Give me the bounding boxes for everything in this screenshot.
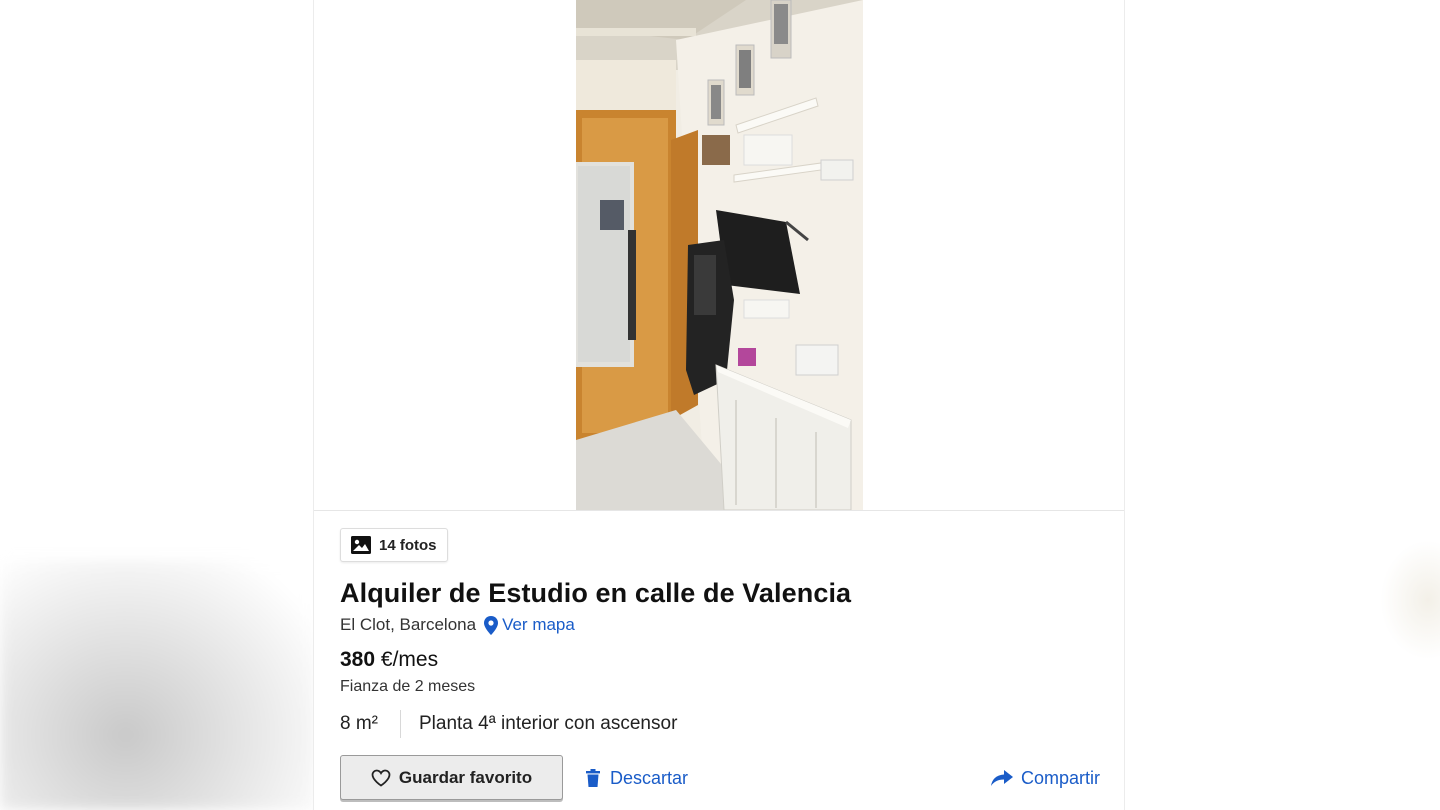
save-favorite-button[interactable]: Guardar favorito	[340, 755, 563, 800]
blurred-background-right	[1380, 540, 1440, 660]
features-row: 8 m² Planta 4ª interior con ascensor	[340, 710, 677, 738]
deposit-info: Fianza de 2 meses	[340, 678, 476, 695]
area-feature: 8 m²	[340, 713, 378, 734]
discard-label: Descartar	[610, 767, 689, 788]
image-icon	[351, 536, 371, 554]
map-pin-icon	[484, 615, 499, 635]
location-row: El Clot, Barcelona Ver mapa	[340, 615, 575, 635]
discard-button[interactable]: Descartar	[586, 764, 688, 792]
listing-photo-illustration	[576, 0, 863, 510]
price: 380 €/mes	[340, 648, 438, 672]
photos-count-badge[interactable]: 14 fotos	[340, 528, 448, 562]
share-label: Compartir	[1021, 767, 1101, 788]
save-favorite-label: Guardar favorito	[398, 767, 533, 787]
listing-photo-area[interactable]	[314, 0, 1124, 511]
heart-icon	[371, 769, 391, 787]
feature-divider	[400, 710, 401, 738]
view-map-link[interactable]: Ver mapa	[484, 615, 575, 635]
price-unit: €/mes	[380, 648, 439, 671]
listing-photo[interactable]	[576, 0, 863, 510]
location-text: El Clot, Barcelona	[340, 615, 477, 634]
view-map-label: Ver mapa	[502, 615, 575, 634]
price-amount: 380	[340, 648, 376, 671]
floor-feature: Planta 4ª interior con ascensor	[419, 713, 678, 734]
trash-icon	[586, 769, 600, 787]
listing-card: 14 fotos Alquiler de Estudio en calle de…	[313, 0, 1125, 810]
photos-count-label: 14 fotos	[379, 536, 437, 554]
listing-title[interactable]: Alquiler de Estudio en calle de Valencia	[340, 578, 851, 609]
blurred-background-left	[0, 560, 314, 810]
share-arrow-icon	[991, 770, 1013, 786]
share-button[interactable]: Compartir	[991, 764, 1100, 792]
